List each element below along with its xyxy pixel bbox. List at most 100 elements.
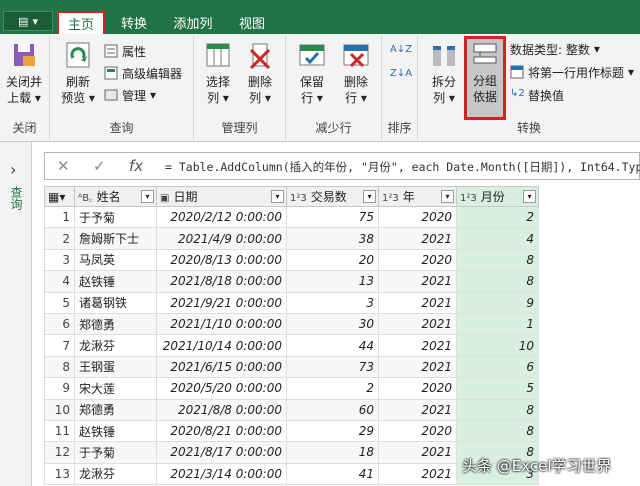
cell-month[interactable]: 8 — [456, 270, 539, 293]
table-row[interactable]: 10 郑德勇 2021/8/8 0:00:00 60 2021 8 — [44, 398, 539, 421]
cell-name[interactable]: 龙湫芬 — [74, 334, 157, 357]
table-row[interactable]: 3 马凤英 2020/8/13 0:00:00 20 2020 8 — [44, 248, 539, 272]
cell-year[interactable]: 2021 — [378, 291, 457, 314]
remove-columns-button[interactable]: 删除 列 ▾ — [240, 40, 280, 106]
cell-transactions[interactable]: 18 — [286, 441, 379, 464]
filter-dropdown-icon[interactable]: ▾ — [141, 190, 154, 203]
table-row[interactable]: 6 郑德勇 2021/1/10 0:00:00 30 2021 1 — [44, 312, 539, 336]
column-header-month[interactable]: 1²3 月份 ▾ — [456, 186, 539, 207]
column-header-date[interactable]: ▣ 日期 ▾ — [156, 186, 287, 207]
cell-transactions[interactable]: 30 — [286, 312, 379, 336]
refresh-preview-button[interactable]: 刷新 预览 ▾ — [58, 40, 98, 106]
cell-date[interactable]: 2021/9/21 0:00:00 — [156, 291, 287, 314]
cell-month[interactable]: 8 — [456, 419, 539, 443]
confirm-icon[interactable]: ✓ — [93, 157, 106, 175]
cell-name[interactable]: 宋大莲 — [74, 377, 157, 400]
cell-date[interactable]: 2021/10/14 0:00:00 — [156, 334, 287, 357]
cell-date[interactable]: 2020/2/12 0:00:00 — [156, 205, 287, 229]
cell-month[interactable]: 4 — [456, 227, 539, 250]
sort-descending-button[interactable]: Z↓A — [390, 64, 412, 82]
cell-year[interactable]: 2021 — [378, 462, 457, 486]
close-and-load-button[interactable]: 关闭并 上载 ▾ — [4, 40, 44, 106]
cell-month[interactable]: 8 — [456, 248, 539, 272]
cell-year[interactable]: 2021 — [378, 398, 457, 421]
table-row[interactable]: 2 詹姆斯下士 2021/4/9 0:00:00 38 2021 4 — [44, 227, 539, 250]
cell-year[interactable]: 2021 — [378, 355, 457, 379]
cell-date[interactable]: 2021/8/8 0:00:00 — [156, 398, 287, 421]
column-header-transactions[interactable]: 1²3 交易数 ▾ — [286, 186, 379, 207]
filter-dropdown-icon[interactable]: ▾ — [523, 190, 536, 203]
data-type-dropdown[interactable]: 数据类型: 整数 ▾ — [510, 40, 600, 58]
function-icon[interactable]: fx — [129, 157, 143, 175]
cell-name[interactable]: 赵铁锤 — [74, 419, 157, 443]
split-column-button[interactable]: 拆分 列 ▾ — [424, 40, 464, 106]
row-index[interactable]: 3 — [44, 248, 75, 272]
row-index[interactable]: 2 — [44, 227, 75, 250]
choose-columns-button[interactable]: 选择 列 ▾ — [198, 40, 238, 106]
cell-transactions[interactable]: 60 — [286, 398, 379, 421]
replace-values-button[interactable]: ↳2 替换值 — [510, 86, 564, 104]
cell-month[interactable]: 2 — [456, 205, 539, 229]
cell-date[interactable]: 2021/3/14 0:00:00 — [156, 462, 287, 486]
table-row[interactable]: 8 王钢蛋 2021/6/15 0:00:00 73 2021 6 — [44, 355, 539, 379]
remove-rows-button[interactable]: 删除 行 ▾ — [336, 40, 376, 106]
tab-home[interactable]: 主页 — [57, 11, 105, 34]
cancel-icon[interactable]: ✕ — [57, 157, 70, 175]
cell-name[interactable]: 郑德勇 — [74, 398, 157, 421]
cell-date[interactable]: 2021/6/15 0:00:00 — [156, 355, 287, 379]
row-index[interactable]: 10 — [44, 398, 75, 421]
cell-transactions[interactable]: 38 — [286, 227, 379, 250]
formula-input[interactable]: = Table.AddColumn(插入的年份, "月份", each Date… — [165, 159, 640, 175]
keep-rows-button[interactable]: 保留 行 ▾ — [292, 40, 332, 106]
table-row[interactable]: 9 宋大莲 2020/5/20 0:00:00 2 2020 5 — [44, 377, 539, 400]
cell-date[interactable]: 2021/4/9 0:00:00 — [156, 227, 287, 250]
queries-pane[interactable]: › 查询 — [0, 142, 32, 486]
cell-name[interactable]: 龙湫芬 — [74, 462, 157, 486]
cell-month[interactable]: 1 — [456, 312, 539, 336]
cell-year[interactable]: 2021 — [378, 227, 457, 250]
row-index[interactable]: 5 — [44, 291, 75, 314]
cell-name[interactable]: 于予菊 — [74, 441, 157, 464]
cell-name[interactable]: 于予菊 — [74, 205, 157, 229]
row-index[interactable]: 4 — [44, 270, 75, 293]
table-row[interactable]: 4 赵铁锤 2021/8/18 0:00:00 13 2021 8 — [44, 270, 539, 293]
cell-transactions[interactable]: 20 — [286, 248, 379, 272]
table-row[interactable]: 1 于予菊 2020/2/12 0:00:00 75 2020 2 — [44, 205, 539, 229]
cell-year[interactable]: 2020 — [378, 205, 457, 229]
cell-year[interactable]: 2021 — [378, 334, 457, 357]
row-index[interactable]: 11 — [44, 419, 75, 443]
cell-month[interactable]: 5 — [456, 377, 539, 400]
filter-dropdown-icon[interactable]: ▾ — [363, 190, 376, 203]
cell-name[interactable]: 诸葛钢铁 — [74, 291, 157, 314]
use-first-row-as-headers-button[interactable]: 将第一行用作标题 ▾ — [510, 63, 634, 81]
table-menu-button[interactable]: ▦▾ — [44, 186, 75, 207]
cell-date[interactable]: 2021/8/18 0:00:00 — [156, 270, 287, 293]
cell-date[interactable]: 2021/8/17 0:00:00 — [156, 441, 287, 464]
tab-transform[interactable]: 转换 — [110, 11, 158, 34]
properties-button[interactable]: 属性 — [104, 42, 146, 60]
row-index[interactable]: 1 — [44, 205, 75, 229]
sort-ascending-button[interactable]: A↓Z — [390, 40, 412, 58]
tab-view[interactable]: 视图 — [228, 11, 276, 34]
table-row[interactable]: 7 龙湫芬 2021/10/14 0:00:00 44 2021 10 — [44, 334, 539, 357]
cell-month[interactable]: 6 — [456, 355, 539, 379]
cell-date[interactable]: 2021/1/10 0:00:00 — [156, 312, 287, 336]
file-menu-button[interactable]: ▤ ▾ — [3, 11, 53, 31]
column-header-year[interactable]: 1²3 年 ▾ — [378, 186, 457, 207]
column-header-name[interactable]: ᴬB꜀ 姓名 ▾ — [74, 186, 157, 207]
cell-year[interactable]: 2021 — [378, 441, 457, 464]
row-index[interactable]: 9 — [44, 377, 75, 400]
cell-name[interactable]: 马凤英 — [74, 248, 157, 272]
cell-transactions[interactable]: 13 — [286, 270, 379, 293]
cell-transactions[interactable]: 73 — [286, 355, 379, 379]
cell-transactions[interactable]: 29 — [286, 419, 379, 443]
row-index[interactable]: 6 — [44, 312, 75, 336]
table-row[interactable]: 5 诸葛钢铁 2021/9/21 0:00:00 3 2021 9 — [44, 291, 539, 314]
filter-dropdown-icon[interactable]: ▾ — [271, 190, 284, 203]
row-index[interactable]: 7 — [44, 334, 75, 357]
cell-transactions[interactable]: 41 — [286, 462, 379, 486]
cell-year[interactable]: 2020 — [378, 419, 457, 443]
row-index[interactable]: 12 — [44, 441, 75, 464]
table-row[interactable]: 11 赵铁锤 2020/8/21 0:00:00 29 2020 8 — [44, 419, 539, 443]
cell-date[interactable]: 2020/8/21 0:00:00 — [156, 419, 287, 443]
